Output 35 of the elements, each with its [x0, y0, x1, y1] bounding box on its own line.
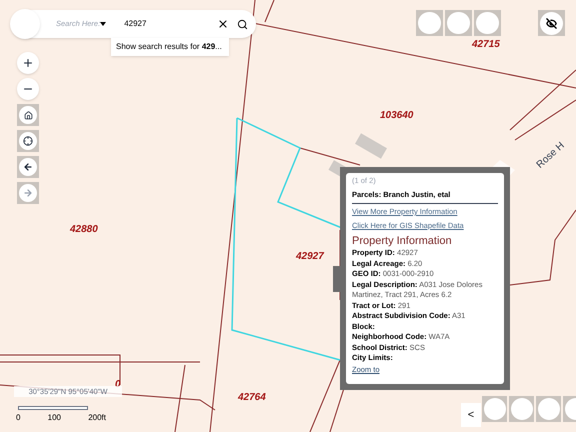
search-button[interactable] — [237, 18, 248, 30]
plus-icon — [22, 57, 34, 69]
arrow-left-icon — [23, 162, 33, 172]
basemap-button[interactable] — [416, 10, 443, 36]
search-icon — [237, 18, 248, 30]
scale-bar — [18, 406, 88, 410]
caret-icon[interactable] — [100, 22, 106, 26]
close-icon — [217, 18, 229, 30]
home-button[interactable] — [17, 104, 39, 126]
basemap-button[interactable] — [482, 396, 507, 422]
crosshair-icon — [23, 136, 33, 146]
eye-off-icon — [546, 18, 557, 28]
basemap-button[interactable] — [445, 10, 472, 36]
popup-heading: Property Information — [352, 235, 453, 248]
basemap-button[interactable] — [474, 10, 501, 36]
search-field[interactable]: 42927 — [124, 18, 204, 30]
parcel-label: 103640 — [380, 109, 414, 123]
scale-label: 100 — [48, 412, 61, 424]
visibility-toggle-button[interactable] — [538, 10, 565, 36]
clear-button[interactable] — [217, 18, 229, 30]
parcel-label: 42880 — [70, 223, 98, 237]
parcel-label: 42715 — [472, 38, 500, 52]
locate-button[interactable] — [17, 130, 39, 152]
scale-label: 0 — [16, 412, 20, 424]
collapse-button[interactable]: < — [461, 403, 481, 427]
parcel-label: 42927 — [296, 250, 324, 264]
basemap-button[interactable] — [536, 396, 561, 422]
basemap-button[interactable] — [509, 396, 534, 422]
arrow-right-icon — [23, 188, 33, 198]
scale-label: 200ft — [88, 412, 106, 424]
back-button[interactable] — [17, 156, 39, 178]
parcel-label: 42764 — [238, 391, 266, 405]
home-icon — [24, 110, 32, 120]
zoom-in-button[interactable] — [17, 52, 39, 74]
search-suggestion[interactable]: Show search results for 429... — [111, 38, 229, 56]
